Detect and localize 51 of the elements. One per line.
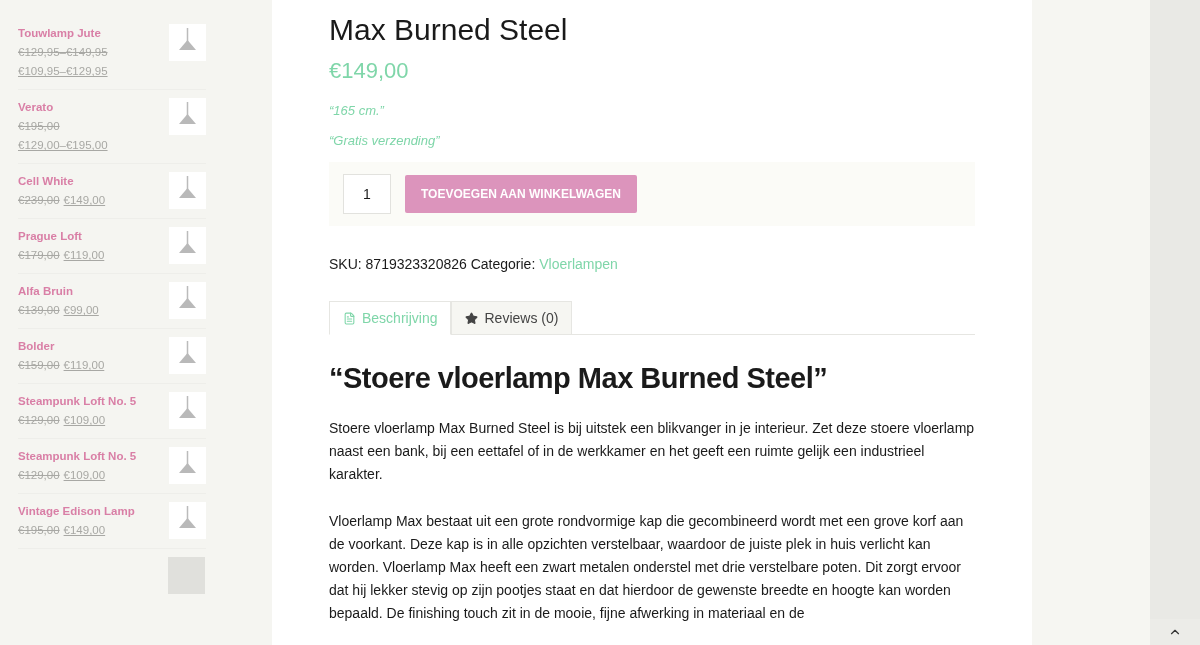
lamp-thumbnail bbox=[169, 392, 206, 429]
sale-price: €129,00–€195,00 bbox=[18, 138, 108, 153]
sale-price: €109,00 bbox=[63, 468, 106, 483]
lamp-thumbnail bbox=[169, 227, 206, 264]
lamp-thumbnail bbox=[169, 282, 206, 319]
lamp-thumbnail bbox=[169, 447, 206, 484]
old-price: €195,00 bbox=[18, 119, 60, 134]
quantity-field[interactable]: 1 bbox=[343, 174, 391, 214]
sale-price: €109,00 bbox=[63, 413, 106, 428]
product-link[interactable]: Steampunk Loft No. 5 bbox=[18, 392, 148, 411]
add-to-cart-button[interactable]: TOEVOEGEN AAN WINKELWAGEN bbox=[405, 175, 637, 213]
old-price: €195,00 bbox=[18, 523, 60, 538]
old-price: €129,00 bbox=[18, 468, 60, 483]
product-note: “Gratis verzending” bbox=[329, 131, 441, 150]
old-price: €239,00 bbox=[18, 193, 60, 208]
product-price: €149,00 bbox=[329, 57, 410, 85]
lamp-thumbnail bbox=[169, 502, 206, 539]
old-price: €129,95–€149,95 bbox=[18, 45, 108, 60]
description-paragraph: Stoere vloerlamp Max Burned Steel is bij uitstek een blikvanger in je interieur. Zet deze stoere vloerlamp naast een bank, bij een eettafel of in de werkkamer en het geeft een ruimte gelijk een industrieel karakter. bbox=[329, 418, 975, 484]
star-icon bbox=[465, 311, 479, 325]
product-link[interactable]: Verato bbox=[18, 98, 148, 117]
sale-price: €119,00 bbox=[63, 358, 105, 373]
product-link[interactable]: Bolder bbox=[18, 337, 148, 356]
lamp-thumbnail bbox=[169, 24, 206, 61]
old-price: €179,00 bbox=[18, 248, 60, 263]
product-link[interactable]: Vintage Edison Lamp bbox=[18, 502, 148, 521]
sale-price: €119,00 bbox=[63, 248, 105, 263]
product-link[interactable]: Cell White bbox=[18, 172, 148, 191]
sale-price: €149,00 bbox=[63, 193, 106, 208]
sale-price: €109,95–€129,95 bbox=[18, 64, 108, 79]
document-icon bbox=[343, 311, 356, 325]
category-link[interactable]: Vloerlampen bbox=[539, 254, 618, 275]
sale-price: €99,00 bbox=[63, 303, 99, 318]
tab[interactable]: Beschrijving bbox=[329, 301, 452, 335]
lamp-thumbnail bbox=[169, 337, 206, 374]
description-paragraph: Vloerlamp Max bestaat uit een grote rondvormige kap die gecombineerd wordt met een grove korf aan de voorkant. Deze kap is in alle opzichten verstelbaar, waardoor de juiste plek in huis verlicht kan worden. Vloerlamp Max heeft een zwart metalen onderstel met drie verstelbare poten. Dit zorgt ervoor dat hij lekker stevig op zijn pootjes staat en dat hierdoor de gewenste breedte en hoogte kan worden bepaald. De finishing touch zit in de mooie, fijne afwerking in materiaal en de bbox=[329, 511, 965, 623]
product-title: Max Burned Steel bbox=[329, 12, 569, 48]
product-link[interactable]: Steampunk Loft No. 5 bbox=[18, 447, 148, 466]
old-price: €159,00 bbox=[18, 358, 60, 373]
old-price: €139,00 bbox=[18, 303, 60, 318]
tab[interactable]: Reviews (0) bbox=[451, 301, 573, 335]
product-link[interactable]: Alfa Bruin bbox=[18, 282, 148, 301]
description-heading: “Stoere vloerlamp Max Burned Steel” bbox=[329, 361, 829, 396]
old-price: €129,00 bbox=[18, 413, 60, 428]
sale-price: €149,00 bbox=[63, 523, 106, 538]
sku-label: SKU: 8719323320826 Categorie: bbox=[329, 255, 536, 274]
lamp-thumbnail bbox=[169, 98, 206, 135]
lamp-thumbnail bbox=[169, 172, 206, 209]
product-link[interactable]: Touwlamp Jute bbox=[18, 24, 148, 43]
product-note: “165 cm.” bbox=[329, 102, 386, 120]
product-link[interactable]: Prague Loft bbox=[18, 227, 148, 246]
